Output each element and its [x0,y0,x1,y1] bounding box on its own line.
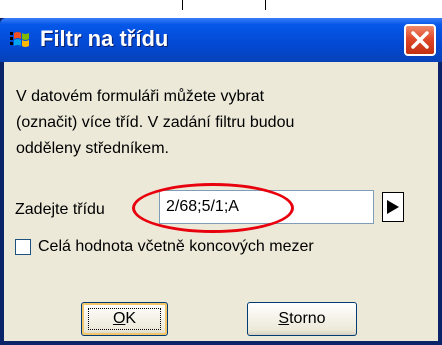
storno-label-rest: torno [289,310,326,327]
whole-value-checkbox[interactable] [15,239,31,255]
class-field-label: Zadejte třídu [15,201,105,218]
storno-accelerator: S [278,310,290,327]
play-arrow-icon [387,200,399,214]
close-button[interactable] [404,24,436,56]
storno-button[interactable]: Storno [247,302,357,336]
ok-button[interactable]: OK [81,302,168,336]
close-icon [411,31,429,49]
dialog-window: Filtr na třídu V datovém formuláři můžet… [0,18,442,345]
title-bar[interactable]: Filtr na třídu [0,18,442,62]
focus-rect [88,308,161,330]
dialog-body: V datovém formuláři můžete vybrat (označ… [4,62,438,341]
background-line [182,0,183,10]
info-message: V datovém formuláři můžete vybrat (označ… [16,88,295,157]
play-button[interactable] [382,192,404,222]
windows-flag-icon [10,30,30,50]
background-line [265,0,266,10]
highlight-ring [132,183,294,233]
dialog-title: Filtr na třídu [40,26,169,51]
background-strip [0,0,442,20]
whole-value-checkbox-label[interactable]: Celá hodnota včetně koncových mezer [38,238,314,256]
